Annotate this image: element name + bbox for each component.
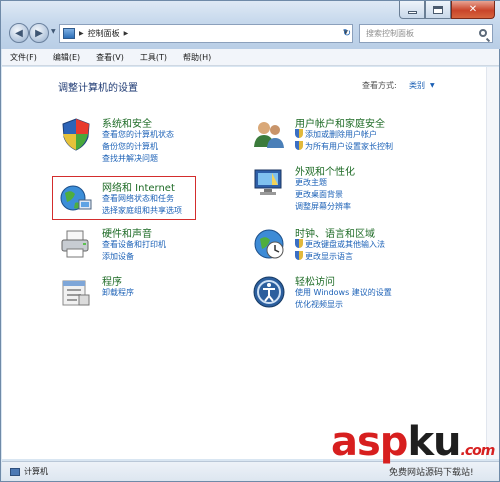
link-desktop-background[interactable]: 更改桌面背景 [295,189,343,200]
programs-icon[interactable] [59,275,93,309]
search-placeholder: 搜索控制面板 [366,29,414,38]
uac-shield-icon [295,239,303,248]
category-programs: 程序 卸载程序 [59,273,219,313]
security-shield-icon[interactable] [59,117,93,151]
menu-tools[interactable]: 工具(T) [132,52,175,63]
refresh-icon: ↻ [342,28,352,39]
link-uninstall-program[interactable]: 卸载程序 [102,287,134,298]
users-icon[interactable] [252,117,286,151]
link-screen-resolution[interactable]: 调整屏幕分辨率 [295,201,351,212]
link-devices-printers[interactable]: 查看设备和打印机 [102,239,166,250]
link-backup-computer[interactable]: 备份您的计算机 [102,141,158,152]
content-area: 调整计算机的设置 查看方式: 类别 ▼ 系统和安全 查看您的计算机状态 备份您的… [2,67,486,459]
link-parental-controls[interactable]: 为所有用户设置家长控制 [295,141,393,152]
menu-file[interactable]: 文件(F) [2,52,45,63]
breadcrumb-separator-icon[interactable]: ▶ [124,30,129,37]
maximize-icon [433,5,443,14]
maximize-button[interactable] [425,1,451,19]
uac-shield-icon [295,251,303,260]
arrow-left-icon: ◀ [15,27,23,39]
watermark-brand: aspku.com [331,419,495,465]
menu-help[interactable]: 帮助(H) [175,52,219,63]
category-ease-of-access: 轻松访问 使用 Windows 建议的设置 优化视频显示 [252,273,462,313]
status-text: 计算机 [24,467,48,476]
breadcrumb-control-panel[interactable]: 控制面板 [88,28,120,39]
highlight-box [52,176,196,220]
control-panel-icon [63,28,75,39]
scrollbar-track[interactable] [486,67,499,459]
appearance-monitor-icon[interactable] [252,165,286,199]
minimize-icon [407,11,417,14]
link-add-remove-accounts[interactable]: 添加或删除用户帐户 [295,129,377,140]
link-keyboard-input[interactable]: 更改键盘或其他输入法 [295,239,385,250]
arrow-right-icon: ▶ [35,27,43,39]
watermark-tagline: 免费网站源码下载站! [389,468,474,478]
uac-shield-icon [295,129,303,138]
computer-icon [10,467,20,476]
watermark-logo: aspku.com 免费网站源码下载站! [331,419,500,482]
control-panel-window: ✕ ◀ ▶ ▼ ▶ 控制面板 ▶ ▼ ↻ 搜索控制面板 文件(F) 编辑(E) … [0,0,500,482]
address-bar[interactable]: ▶ 控制面板 ▶ ▼ [59,24,353,43]
close-icon: ✕ [468,4,478,15]
link-optimize-display[interactable]: 优化视频显示 [295,299,343,310]
search-input[interactable]: 搜索控制面板 [359,24,493,43]
link-view-computer-status[interactable]: 查看您的计算机状态 [102,129,174,140]
page-title: 调整计算机的设置 [58,83,138,94]
back-button[interactable]: ◀ [9,23,29,43]
category-title-appearance[interactable]: 外观和个性化 [295,163,355,178]
category-title-clock-language[interactable]: 时钟、语言和区域 [295,225,375,240]
category-appearance: 外观和个性化 更改主题 更改桌面背景 调整屏幕分辨率 [252,163,462,217]
forward-button[interactable]: ▶ [29,23,49,43]
menu-view[interactable]: 查看(V) [88,52,132,63]
category-title-hardware-sound[interactable]: 硬件和声音 [102,225,152,240]
ease-of-access-icon[interactable] [252,275,286,309]
chevron-down-icon[interactable]: ▼ [430,82,435,89]
minimize-button[interactable] [399,1,425,19]
link-display-language[interactable]: 更改显示语言 [295,251,353,262]
category-title-ease-of-access[interactable]: 轻松访问 [295,273,335,288]
caption-buttons: ✕ [399,1,495,19]
category-clock-language: 时钟、语言和区域 更改键盘或其他输入法 更改显示语言 [252,225,462,265]
clock-globe-icon[interactable] [252,227,286,261]
category-title-user-accounts[interactable]: 用户帐户和家庭安全 [295,115,385,130]
search-icon[interactable] [479,29,487,37]
printer-icon[interactable] [59,227,93,261]
recent-pages-dropdown[interactable]: ▼ [51,28,56,35]
menu-edit[interactable]: 编辑(E) [45,52,88,63]
close-button[interactable]: ✕ [451,1,495,19]
category-system-security: 系统和安全 查看您的计算机状态 备份您的计算机 查找并解决问题 [59,115,219,175]
link-find-fix-problems[interactable]: 查找并解决问题 [102,153,158,164]
category-title-system-security[interactable]: 系统和安全 [102,115,152,130]
view-by-label: 查看方式: [362,81,397,90]
category-title-programs[interactable]: 程序 [102,273,122,288]
uac-shield-icon [295,141,303,150]
menu-bar: 文件(F) 编辑(E) 查看(V) 工具(T) 帮助(H) [2,49,499,66]
category-user-accounts: 用户帐户和家庭安全 添加或删除用户帐户 为所有用户设置家长控制 [252,115,462,155]
category-hardware-sound: 硬件和声音 查看设备和打印机 添加设备 [59,225,219,265]
refresh-button[interactable]: ↻ [339,25,355,42]
view-by-dropdown[interactable]: 类别 [409,80,425,91]
link-change-theme[interactable]: 更改主题 [295,177,327,188]
breadcrumb-separator-icon[interactable]: ▶ [79,30,84,37]
link-recommended-settings[interactable]: 使用 Windows 建议的设置 [295,287,392,298]
link-add-device[interactable]: 添加设备 [102,251,134,262]
